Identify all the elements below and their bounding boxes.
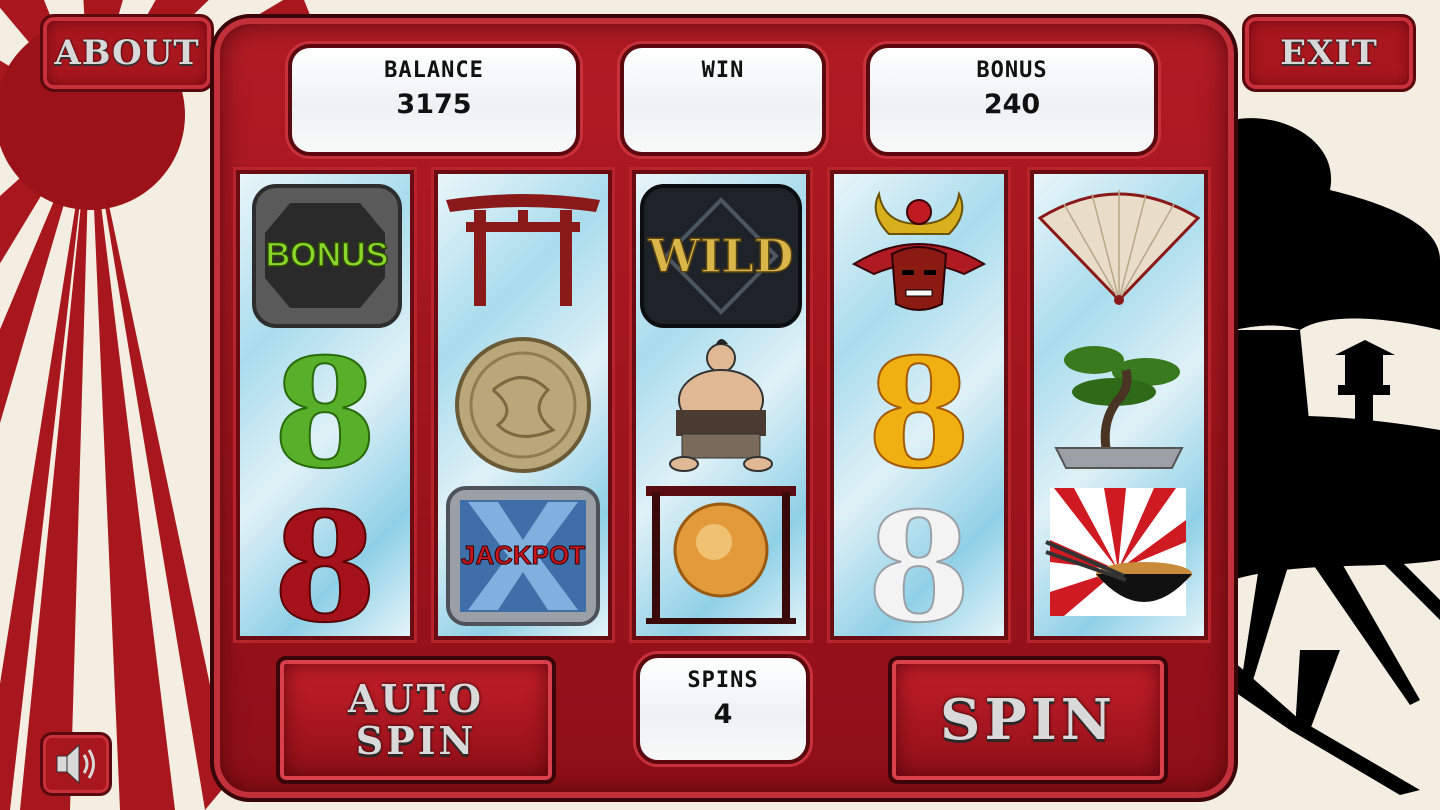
about-button[interactable]: ABOUT	[40, 14, 214, 92]
green-8-symbol: 8	[272, 330, 378, 480]
torii-gate-symbol	[446, 194, 600, 306]
reel-3: WILD	[632, 170, 810, 640]
balance-value: 3175	[396, 89, 472, 120]
jackpot-tile-symbol: JACKPOT	[446, 486, 600, 626]
sumo-wrestler-symbol	[669, 339, 773, 472]
yellow-8-text: 8	[867, 330, 971, 480]
bonsai-tree-symbol	[1054, 346, 1184, 469]
reel-1: BONUS 8 8	[236, 170, 414, 640]
reel-5	[1030, 170, 1208, 640]
red-8-text: 8	[273, 480, 377, 630]
green-8-text: 8	[273, 330, 377, 480]
bonus-meter: BONUS 240	[866, 44, 1158, 156]
spins-value: 4	[713, 699, 733, 730]
win-label: WIN	[701, 58, 745, 83]
bonus-value: 240	[983, 89, 1041, 120]
auto-spin-button[interactable]: AUTO SPIN	[276, 656, 556, 784]
white-8-text: 8	[867, 480, 971, 630]
jackpot-tile-text: JACKPOT	[461, 540, 585, 570]
exit-button[interactable]: EXIT	[1242, 14, 1416, 92]
win-meter: WIN	[620, 44, 826, 156]
folding-fan-symbol	[1037, 190, 1201, 305]
gong-symbol	[646, 486, 796, 624]
bonus-tile-symbol: BONUS	[252, 184, 402, 328]
spin-button[interactable]: SPIN	[888, 656, 1168, 784]
bonus-label: BONUS	[976, 58, 1048, 83]
red-8-symbol: 8	[272, 480, 378, 630]
spins-label: SPINS	[687, 668, 759, 693]
wild-tile-text: WILD	[647, 229, 793, 283]
sound-toggle-button[interactable]	[40, 732, 112, 796]
yellow-8-symbol: 8	[866, 330, 972, 480]
samurai-helmet-symbol	[851, 190, 987, 311]
reel-2: JACKPOT	[434, 170, 612, 640]
balance-label: BALANCE	[384, 58, 484, 83]
speaker-icon	[56, 743, 95, 785]
bonus-tile-text: BONUS	[266, 236, 389, 274]
reel-4: 8 8	[830, 170, 1008, 640]
spins-meter: SPINS 4	[636, 654, 810, 764]
balance-meter: BALANCE 3175	[288, 44, 580, 156]
wild-tile-symbol: WILD	[640, 184, 802, 328]
rising-sun-noodle-bowl-symbol	[1045, 488, 1192, 616]
white-8-symbol: 8	[866, 480, 972, 630]
gold-coin-symbol	[455, 337, 591, 473]
